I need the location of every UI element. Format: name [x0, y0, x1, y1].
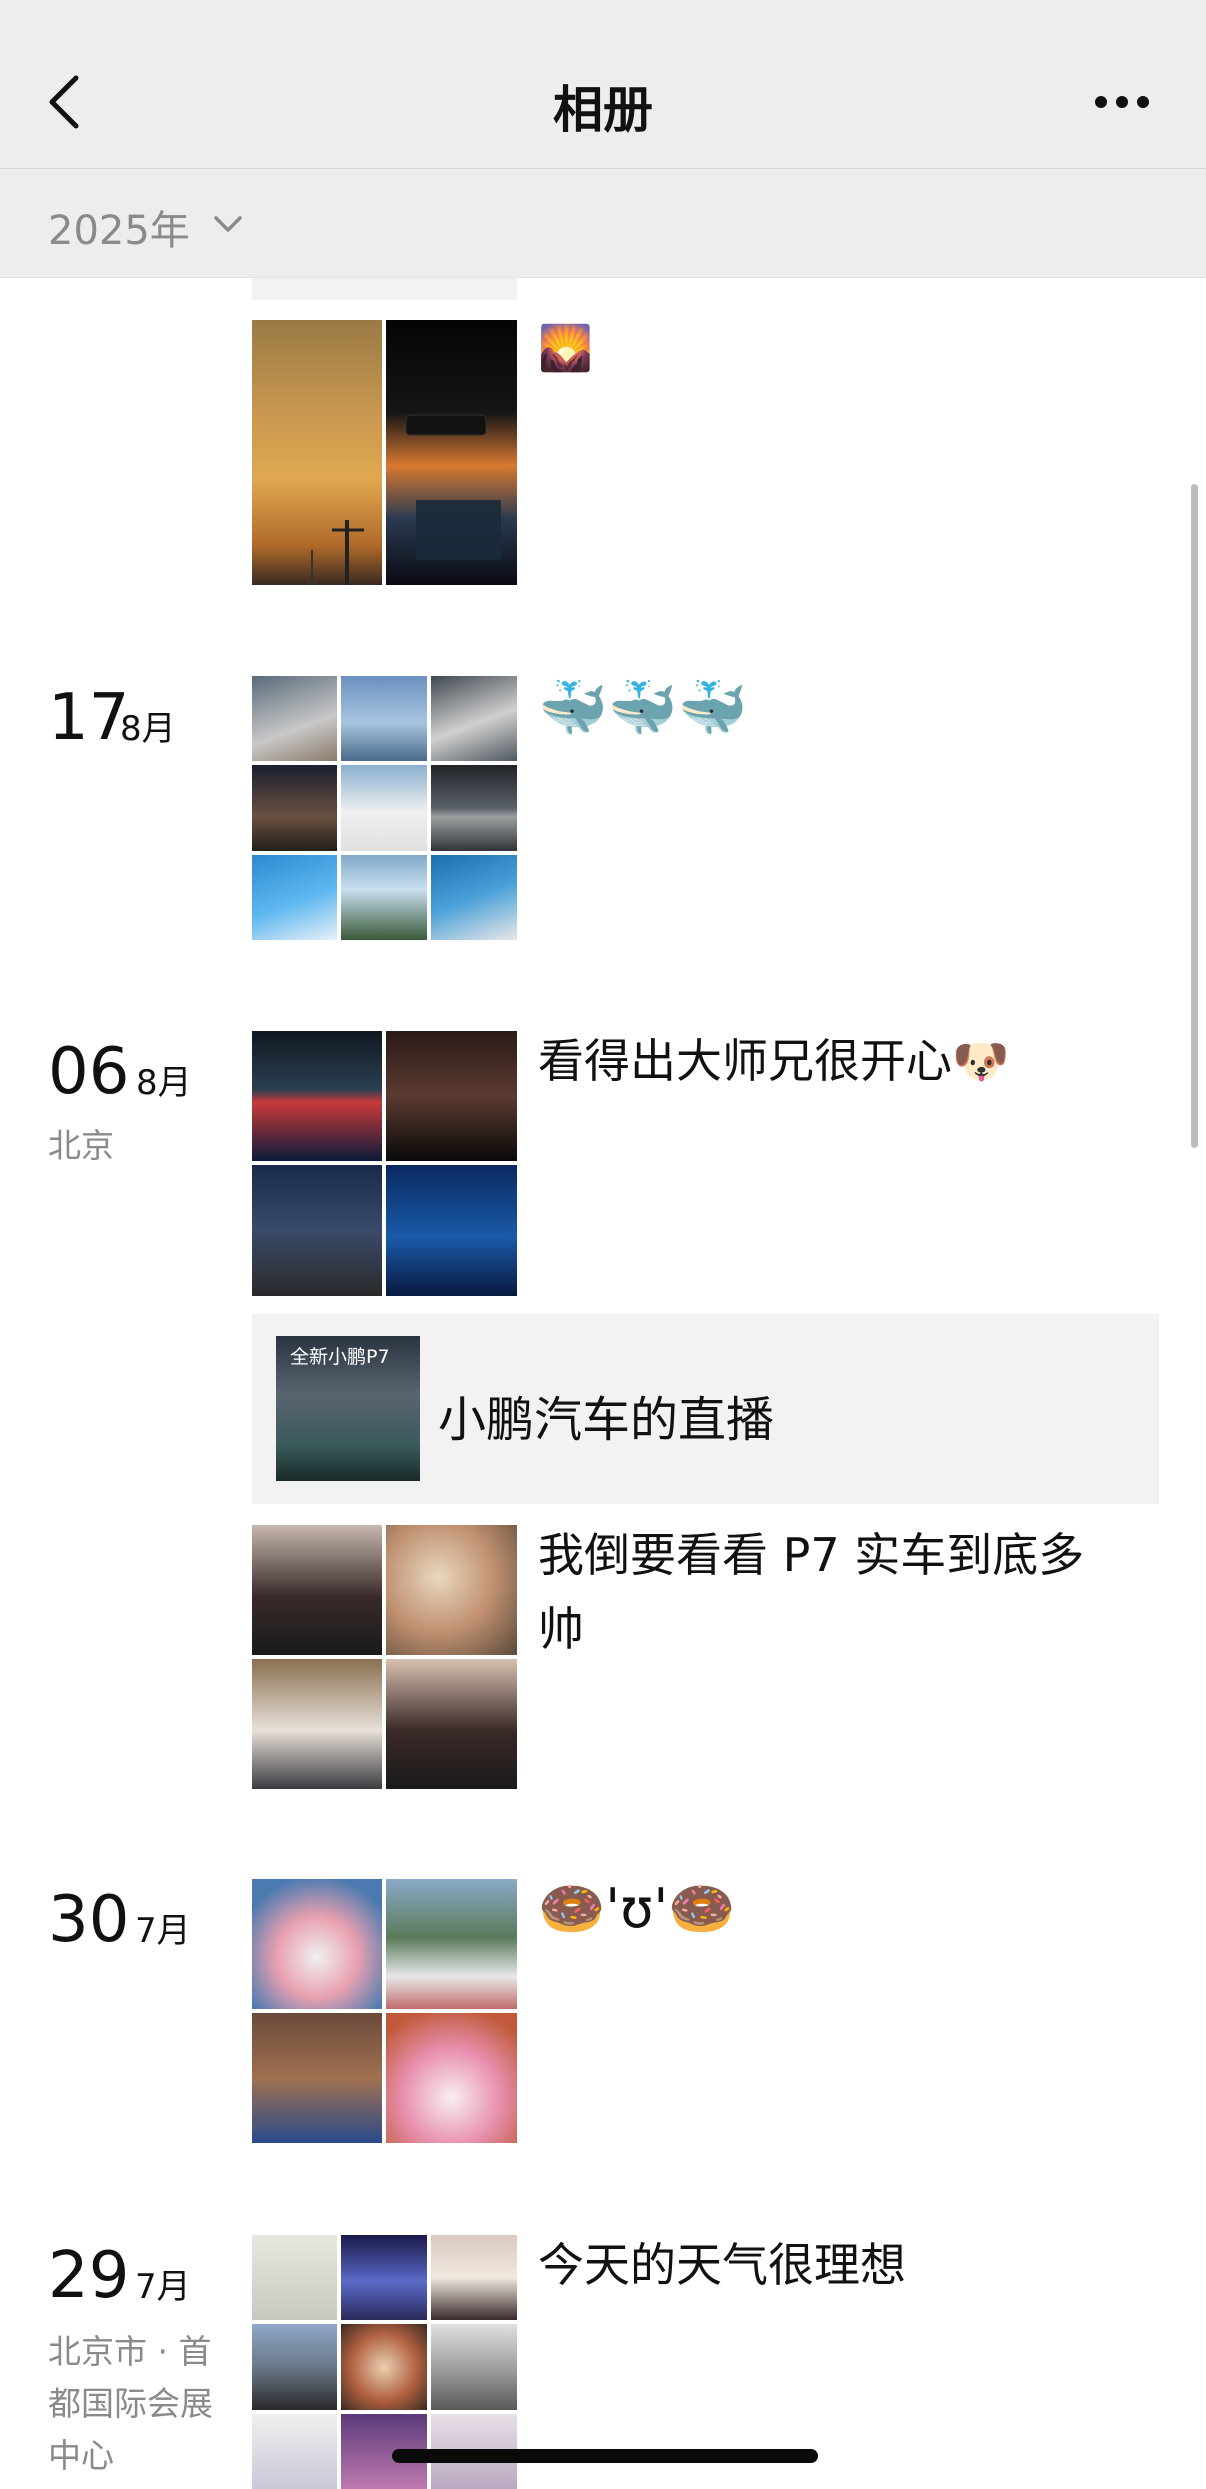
- photo-thumbnail[interactable]: [252, 320, 382, 585]
- photo-thumbnail[interactable]: [252, 1879, 382, 2009]
- more-dots-icon: [1095, 96, 1149, 108]
- photo-thumbnail[interactable]: [386, 2013, 517, 2143]
- photo-thumbnail[interactable]: [252, 1031, 382, 1161]
- photo-thumbnail[interactable]: [386, 1525, 517, 1655]
- entry-day: 06: [48, 1035, 130, 1109]
- photo-thumbnail[interactable]: [252, 1165, 382, 1296]
- photo-thumbnail[interactable]: [252, 676, 337, 761]
- entry-location-line2: 都国际会展: [48, 2384, 213, 2423]
- chevron-down-icon[interactable]: [210, 208, 246, 238]
- photo-thumbnail[interactable]: [386, 1879, 517, 2009]
- photo-thumbnail[interactable]: [431, 2324, 517, 2410]
- post-caption[interactable]: 🌄: [538, 312, 593, 386]
- photo-thumbnail[interactable]: [252, 855, 337, 940]
- page-title: 相册: [553, 81, 653, 139]
- photo-thumbnail[interactable]: [252, 2013, 382, 2143]
- photo-thumbnail[interactable]: [431, 765, 517, 851]
- entry-month: 7月: [135, 1911, 191, 1951]
- photo-thumbnail[interactable]: [341, 676, 427, 761]
- post-caption[interactable]: 🍩'ʊ'🍩: [538, 1872, 736, 1946]
- entry-month: 8月: [136, 1063, 192, 1103]
- previous-share-card-edge: [252, 278, 517, 300]
- scrollbar[interactable]: [1191, 484, 1198, 1148]
- entry-location: 北京: [48, 1126, 114, 1165]
- entry-location-line3: 中心: [48, 2436, 114, 2475]
- thumbnail-caption: 全新小鹏P7: [290, 1346, 390, 1368]
- photo-thumbnail[interactable]: [431, 855, 517, 940]
- more-button[interactable]: [1090, 80, 1160, 120]
- photo-thumbnail[interactable]: [252, 2235, 337, 2320]
- photo-thumbnail[interactable]: [341, 2235, 427, 2320]
- home-indicator[interactable]: [392, 2449, 818, 2463]
- photo-thumbnail[interactable]: [386, 320, 517, 585]
- photo-thumbnail[interactable]: [252, 765, 337, 851]
- photo-thumbnail[interactable]: [431, 676, 517, 761]
- entry-month: 7月: [135, 2267, 191, 2307]
- photo-thumbnail[interactable]: [252, 2414, 337, 2489]
- shared-link-thumbnail: 全新小鹏P7: [276, 1336, 420, 1481]
- year-selector[interactable]: 2025年: [48, 198, 190, 256]
- entry-day: 17: [48, 681, 130, 755]
- post-caption[interactable]: 🐳🐳🐳: [538, 672, 747, 746]
- entry-month: 8月: [120, 709, 176, 749]
- post-caption-line1[interactable]: 我倒要看看 P7 实车到底多: [538, 1518, 1084, 1592]
- photo-thumbnail[interactable]: [341, 855, 427, 940]
- entry-day: 29: [48, 2239, 130, 2313]
- shared-link-title: 小鹏汽车的直播: [438, 1392, 775, 1448]
- photo-thumbnail[interactable]: [386, 1165, 517, 1296]
- photo-thumbnail[interactable]: [386, 1659, 517, 1789]
- photo-thumbnail[interactable]: [252, 2324, 337, 2410]
- post-caption[interactable]: 看得出大师兄很开心🐶: [538, 1024, 1009, 1098]
- photo-thumbnail[interactable]: [341, 765, 427, 851]
- entry-location-line1: 北京市 · 首: [48, 2332, 212, 2371]
- entry-day: 30: [48, 1883, 130, 1957]
- post-caption-line2[interactable]: 帅: [538, 1592, 584, 1666]
- photo-thumbnail[interactable]: [386, 1031, 517, 1161]
- photo-thumbnail[interactable]: [431, 2235, 517, 2320]
- photo-thumbnail[interactable]: [252, 1525, 382, 1655]
- photo-thumbnail[interactable]: [341, 2324, 427, 2410]
- post-caption[interactable]: 今天的天气很理想: [538, 2228, 906, 2302]
- photo-thumbnail[interactable]: [252, 1659, 382, 1789]
